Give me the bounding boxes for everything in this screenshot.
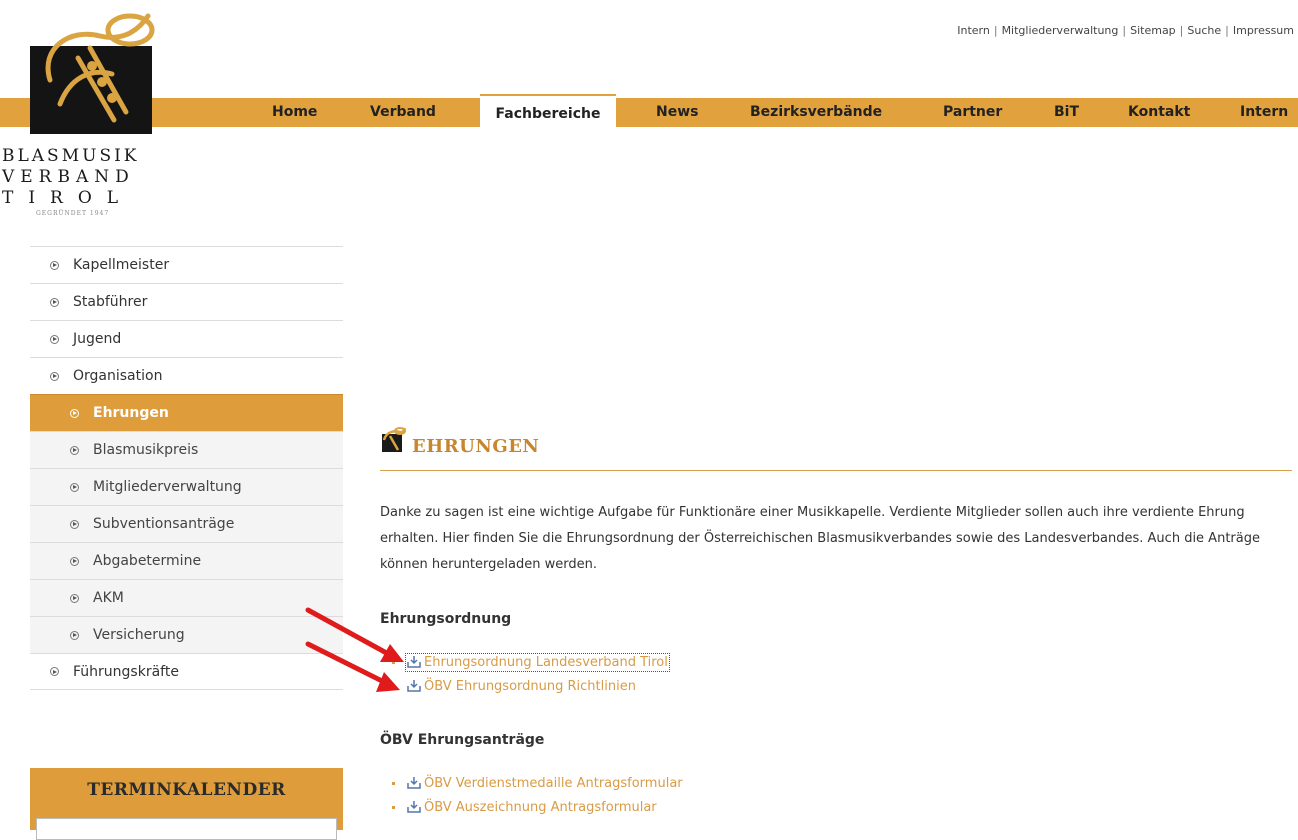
- download-link-label: ÖBV Auszeichnung Antragsformular: [424, 799, 657, 815]
- sidebar-item-versicherung[interactable]: Versicherung: [30, 616, 343, 653]
- sidebar-item-organisation[interactable]: Organisation: [30, 357, 343, 394]
- brand-tagline: GEGRÜNDET 1947: [36, 210, 110, 217]
- sidebar-item-label: Stabführer: [73, 294, 148, 310]
- download-link-landesverband[interactable]: Ehrungsordnung Landesverband Tirol: [405, 652, 670, 672]
- sidebar-item-kapellmeister[interactable]: Kapellmeister: [30, 246, 343, 283]
- download-link-label: ÖBV Ehrungsordnung Richtlinien: [424, 678, 636, 694]
- bullet-arrow-icon: [50, 297, 59, 307]
- bullet-arrow-icon: [70, 482, 79, 492]
- section-antraege-title: ÖBV Ehrungsanträge: [380, 732, 545, 748]
- nav-intern[interactable]: Intern: [1240, 98, 1288, 127]
- download-link-verdienstmedaille[interactable]: ÖBV Verdienstmedaille Antragsformular: [407, 776, 683, 791]
- sidebar-item-fuehrungskraefte[interactable]: Führungskräfte: [30, 653, 343, 690]
- top-link-mitgliederverwaltung[interactable]: Mitgliederverwaltung: [1002, 24, 1119, 37]
- main-nav: Home Verband News Bezirksverbände Partne…: [0, 98, 1298, 127]
- page-title: EHRUNGEN: [412, 436, 540, 457]
- bullet-arrow-icon: [50, 260, 59, 270]
- bullet-arrow-icon: [70, 593, 79, 603]
- sidebar-item-ehrungen[interactable]: Ehrungen: [30, 394, 343, 431]
- top-link-impressum[interactable]: Impressum: [1233, 24, 1294, 37]
- bullet-arrow-icon: [70, 445, 79, 455]
- download-icon: [407, 801, 421, 813]
- separator: |: [1179, 24, 1184, 37]
- bullet-arrow-icon: [50, 667, 59, 676]
- nav-bezirksverbaende[interactable]: Bezirksverbände: [750, 98, 882, 127]
- logo[interactable]: [30, 8, 162, 134]
- nav-partner[interactable]: Partner: [943, 98, 1002, 127]
- download-link-auszeichnung[interactable]: ÖBV Auszeichnung Antragsformular: [407, 800, 657, 815]
- terminkalender-box: TERMINKALENDER: [30, 768, 343, 840]
- page-heading: EHRUNGEN: [380, 427, 1292, 471]
- bullet-dot: [392, 781, 395, 785]
- top-link-sitemap[interactable]: Sitemap: [1130, 24, 1176, 37]
- sidebar-item-label: Abgabetermine: [93, 553, 202, 569]
- sidebar-item-label: Subventionsanträge: [93, 516, 235, 532]
- bullet-arrow-icon: [50, 334, 59, 344]
- nav-bit[interactable]: BiT: [1054, 98, 1079, 127]
- list-item: ÖBV Auszeichnung Antragsformular: [392, 795, 683, 819]
- sidebar-item-blasmusikpreis[interactable]: Blasmusikpreis: [30, 431, 343, 468]
- sidebar-item-subventionsantraege[interactable]: Subventionsanträge: [30, 505, 343, 542]
- top-link-intern[interactable]: Intern: [957, 24, 990, 37]
- nav-fachbereiche[interactable]: Fachbereiche: [480, 94, 616, 129]
- tuba-logo-icon: [45, 13, 155, 123]
- sidebar: Kapellmeister Stabführer Jugend Organisa…: [30, 246, 343, 690]
- nav-news[interactable]: News: [656, 98, 698, 127]
- download-link-label: ÖBV Verdienstmedaille Antragsformular: [424, 775, 683, 791]
- sidebar-item-abgabetermine[interactable]: Abgabetermine: [30, 542, 343, 579]
- sidebar-item-label: Organisation: [73, 368, 163, 384]
- terminkalender-calendar[interactable]: [36, 818, 337, 840]
- brand-line1: BLASMUSIK: [2, 146, 140, 166]
- sidebar-item-label: Mitgliederverwaltung: [93, 479, 242, 495]
- bullet-arrow-icon: [70, 556, 79, 566]
- list-item: ÖBV Verdienstmedaille Antragsformular: [392, 771, 683, 795]
- tuba-logo-icon: [382, 427, 406, 452]
- nav-verband[interactable]: Verband: [370, 98, 436, 127]
- brand-line3: TIROL: [2, 188, 134, 208]
- download-link-label: Ehrungsordnung Landesverband Tirol: [424, 654, 668, 670]
- terminkalender-title: TERMINKALENDER: [87, 780, 286, 800]
- bullet-arrow-icon: [70, 408, 79, 418]
- sidebar-item-mitgliederverwaltung[interactable]: Mitgliederverwaltung: [30, 468, 343, 505]
- separator: |: [1225, 24, 1229, 37]
- separator: |: [993, 24, 998, 37]
- brand-line2: VERBAND: [2, 167, 135, 187]
- top-link-suche[interactable]: Suche: [1187, 24, 1221, 37]
- sidebar-item-label: Kapellmeister: [73, 257, 170, 273]
- nav-kontakt[interactable]: Kontakt: [1128, 98, 1190, 127]
- separator: |: [1122, 24, 1127, 37]
- antraege-list: ÖBV Verdienstmedaille Antragsformular ÖB…: [392, 771, 683, 819]
- bullet-arrow-icon: [70, 519, 79, 529]
- top-links: Intern | Mitgliederverwaltung | Sitemap | Such…: [957, 24, 1294, 37]
- sidebar-item-label: Versicherung: [93, 627, 185, 643]
- nav-home[interactable]: Home: [272, 98, 317, 127]
- bullet-arrow-icon: [70, 630, 79, 640]
- bullet-dot: [392, 805, 395, 809]
- list-item: ÖBV Ehrungsordnung Richtlinien: [392, 674, 668, 698]
- ehrungsordnung-list: Ehrungsordnung Landesverband Tirol ÖBV E…: [392, 650, 670, 698]
- sidebar-item-jugend[interactable]: Jugend: [30, 320, 343, 357]
- sidebar-item-stabfuehrer[interactable]: Stabführer: [30, 283, 343, 320]
- annotation-arrows: [305, 607, 404, 692]
- download-link-richtlinien[interactable]: ÖBV Ehrungsordnung Richtlinien: [407, 679, 636, 694]
- sidebar-item-label: Blasmusikpreis: [93, 442, 199, 458]
- brand-wordmark: BLASMUSIK VERBAND TIROL GEGRÜNDET 1947: [2, 146, 172, 219]
- intro-text: Danke zu sagen ist eine wichtige Aufgabe…: [380, 505, 1260, 572]
- sidebar-item-label: Führungskräfte: [73, 663, 179, 680]
- sidebar-item-label: Jugend: [73, 331, 122, 347]
- bullet-arrow-icon: [50, 371, 59, 381]
- sidebar-item-label: AKM: [93, 590, 124, 606]
- list-item: Ehrungsordnung Landesverband Tirol: [392, 650, 670, 674]
- download-icon: [407, 777, 421, 789]
- sidebar-item-akm[interactable]: AKM: [30, 579, 343, 616]
- sidebar-item-label: Ehrungen: [93, 405, 169, 421]
